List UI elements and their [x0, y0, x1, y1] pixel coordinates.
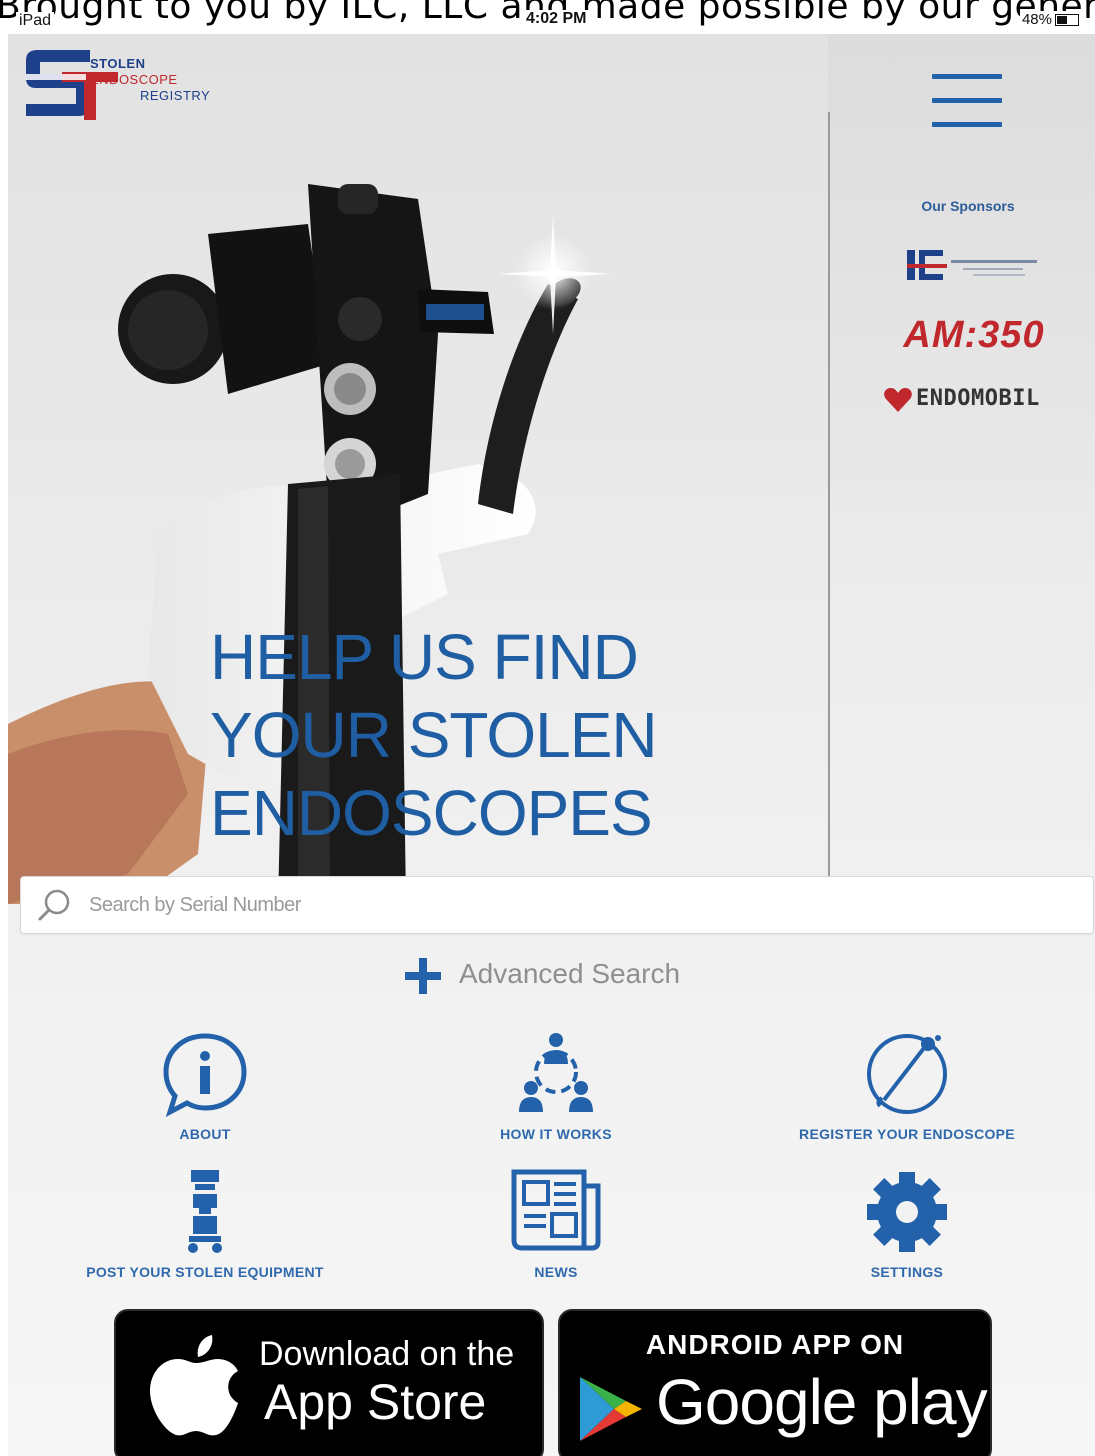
- sponsor-logo-endomobil[interactable]: ENDOMOBIL: [882, 382, 1062, 418]
- heart-icon: [884, 388, 912, 412]
- status-time: 4:02 PM: [522, 10, 591, 28]
- tile-label: SETTINGS: [870, 1264, 944, 1280]
- apple-icon: [150, 1335, 238, 1436]
- news-tile[interactable]: NEWS: [441, 1168, 671, 1280]
- sponsors-title: Our Sponsors: [921, 198, 1015, 214]
- how-it-works-tile[interactable]: HOW IT WORKS: [441, 1030, 671, 1142]
- network-people-icon: [519, 1033, 593, 1112]
- logo-line-endoscope: ENDOSCOPE: [90, 72, 178, 87]
- status-carrier: iPad: [16, 12, 55, 30]
- sponsor-logo-am350[interactable]: AM:350: [894, 314, 1054, 357]
- gear-icon: [867, 1172, 947, 1252]
- logo-line-registry: REGISTRY: [140, 88, 211, 103]
- plus-icon: [405, 958, 441, 994]
- info-bubble-icon: [163, 1033, 247, 1118]
- newspaper-icon: [511, 1169, 601, 1251]
- battery-icon: [1055, 14, 1079, 27]
- hamburger-menu-icon[interactable]: [932, 74, 1002, 130]
- advanced-search-label: Advanced Search: [459, 958, 681, 989]
- sponsor-logo-ilc[interactable]: [903, 244, 1043, 286]
- settings-tile[interactable]: SETTINGS: [802, 1168, 1012, 1280]
- tile-label: POST YOUR STOLEN EQUIPMENT: [86, 1264, 324, 1280]
- logo-line-stolen: STOLEN: [90, 56, 146, 71]
- tile-label: ABOUT: [179, 1126, 231, 1142]
- app-store-line2: App Store: [264, 1374, 487, 1430]
- serial-search-bar[interactable]: [20, 876, 1094, 934]
- google-play-line1: ANDROID APP ON: [645, 1329, 905, 1360]
- search-icon: [38, 889, 70, 921]
- hero-heading-line: HELP US FIND: [210, 621, 639, 693]
- app-store-badge[interactable]: Download on the App Store: [114, 1309, 544, 1456]
- serial-search-input[interactable]: [87, 885, 1071, 925]
- hero-image: STOLEN ENDOSCOPE REGISTRY HELP US FIND Y…: [8, 34, 828, 904]
- hero-divider: [828, 112, 830, 910]
- battery-percent: 48%: [1021, 11, 1052, 28]
- about-tile[interactable]: ABOUT: [90, 1030, 320, 1142]
- hero-heading: HELP US FIND YOUR STOLEN ENDOSCOPES: [210, 618, 658, 852]
- app-screen: STOLEN ENDOSCOPE REGISTRY HELP US FIND Y…: [8, 34, 1095, 1456]
- google-play-icon: [580, 1377, 642, 1441]
- endomobil-label: ENDOMOBIL: [916, 386, 1040, 411]
- status-battery: 48%: [1019, 11, 1081, 28]
- register-endoscope-tile[interactable]: REGISTER YOUR ENDOSCOPE: [782, 1030, 1032, 1142]
- tile-label: NEWS: [534, 1264, 578, 1280]
- app-store-line1: Download on the: [259, 1335, 515, 1373]
- hero-heading-line: YOUR STOLEN: [210, 699, 658, 771]
- equipment-cart-icon: [188, 1170, 222, 1253]
- endoscope-icon: [867, 1034, 947, 1114]
- hero-heading-line: ENDOSCOPES: [210, 777, 653, 849]
- top-banner: Brought to you by ILC, LLC and made poss…: [0, 0, 1095, 34]
- google-play-line2: Google play: [656, 1366, 988, 1438]
- tile-label: REGISTER YOUR ENDOSCOPE: [799, 1126, 1015, 1142]
- google-play-badge[interactable]: ANDROID APP ON Google play: [558, 1309, 992, 1456]
- tile-label: HOW IT WORKS: [500, 1126, 612, 1142]
- post-stolen-equipment-tile[interactable]: POST YOUR STOLEN EQUIPMENT: [70, 1168, 340, 1280]
